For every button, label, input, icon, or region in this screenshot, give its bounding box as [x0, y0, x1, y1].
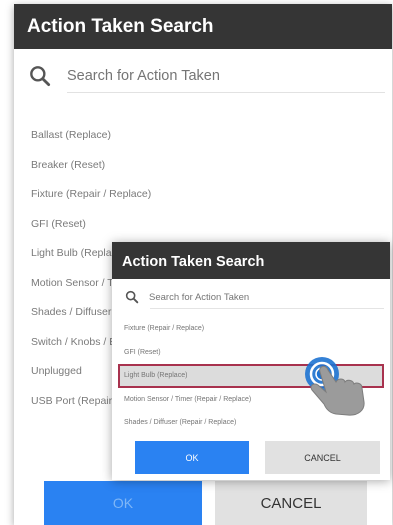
list-item-breaker[interactable]: Breaker (Reset) — [31, 151, 381, 181]
search-bar[interactable] — [27, 59, 385, 93]
inset-list-item-fixture[interactable]: Fixture (Repair / Replace) — [112, 317, 390, 341]
list-item-gfi[interactable]: GFI (Reset) — [31, 210, 381, 240]
ok-button[interactable]: OK — [44, 481, 202, 525]
inset-search-input[interactable] — [149, 291, 349, 303]
inset-dialog-title: Action Taken Search — [112, 242, 390, 279]
cancel-button[interactable]: CANCEL — [215, 481, 367, 525]
list-item-ballast[interactable]: Ballast (Replace) — [31, 121, 381, 151]
inset-search-bar[interactable] — [124, 285, 384, 309]
hand-tap-icon — [305, 357, 365, 416]
search-underline — [67, 92, 385, 93]
dialog-footer: OK CANCEL — [14, 474, 392, 525]
search-icon — [125, 290, 139, 304]
inset-cancel-button[interactable]: CANCEL — [265, 441, 380, 474]
search-input[interactable] — [67, 68, 347, 84]
inset-ok-button[interactable]: OK — [135, 441, 249, 474]
search-icon — [30, 66, 51, 87]
list-item-fixture[interactable]: Fixture (Repair / Replace) — [31, 180, 381, 210]
dialog-title: Action Taken Search — [14, 4, 392, 49]
inset-search-underline — [150, 308, 384, 309]
